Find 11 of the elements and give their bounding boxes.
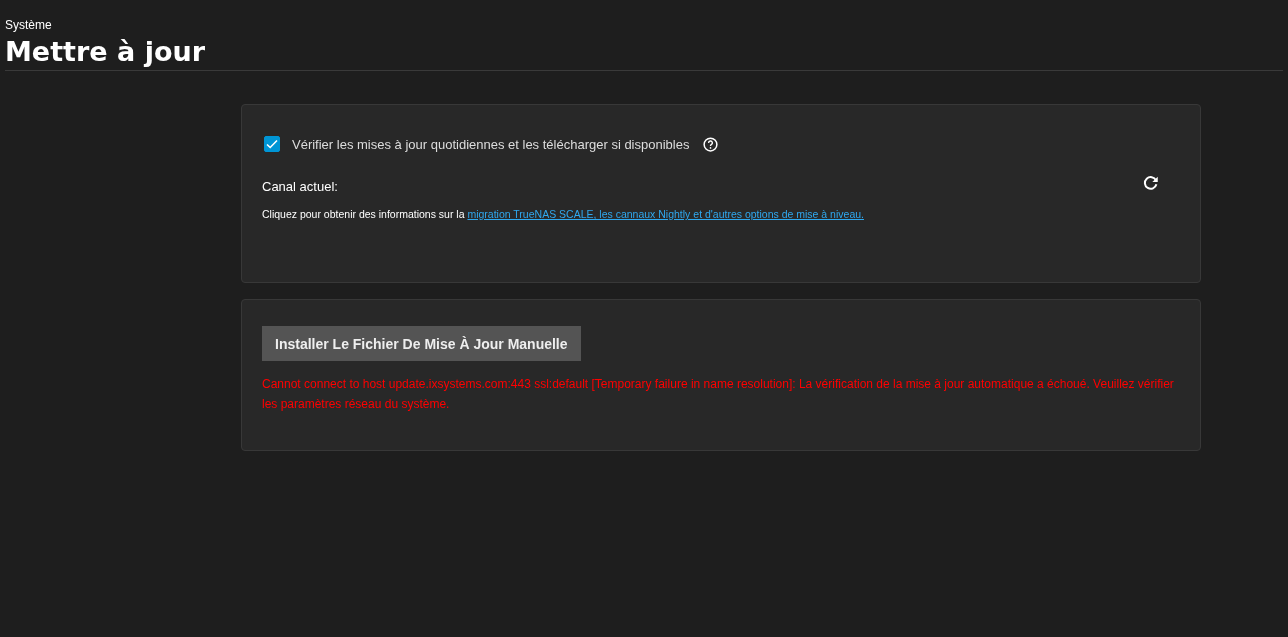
info-text: Cliquez pour obtenir des informations sur la migration TrueNAS SCALE, les cannaux Nightly et d'autres options de mise à niveau. (262, 208, 865, 220)
checkbox[interactable] (264, 136, 280, 152)
checkbox-label: Vérifier les mises à jour quotidiennes et les télécharger si disponibles (292, 136, 690, 152)
info-link[interactable]: migration TrueNAS SCALE, les cannaux Nightly et d'autres options de mise à niveau. (467, 208, 864, 220)
breadcrumb: Système (5, 18, 53, 32)
refresh-icon[interactable] (1142, 174, 1160, 192)
page-title: Mettre à jour (5, 36, 206, 67)
manual-update-button[interactable]: Installer Le Fichier De Mise À Jour Manuelle (262, 326, 581, 361)
channel-label: Canal actuel: (262, 179, 338, 194)
help-icon[interactable] (703, 136, 719, 152)
error-message: Cannot connect to host update.ixsystems.com:443 ssl:default [Temporary failure in name resolution]: La vérification de la mise à jour automatique a échoué. Veuillez vérifier les paramètres réseau du système. (262, 376, 1175, 413)
